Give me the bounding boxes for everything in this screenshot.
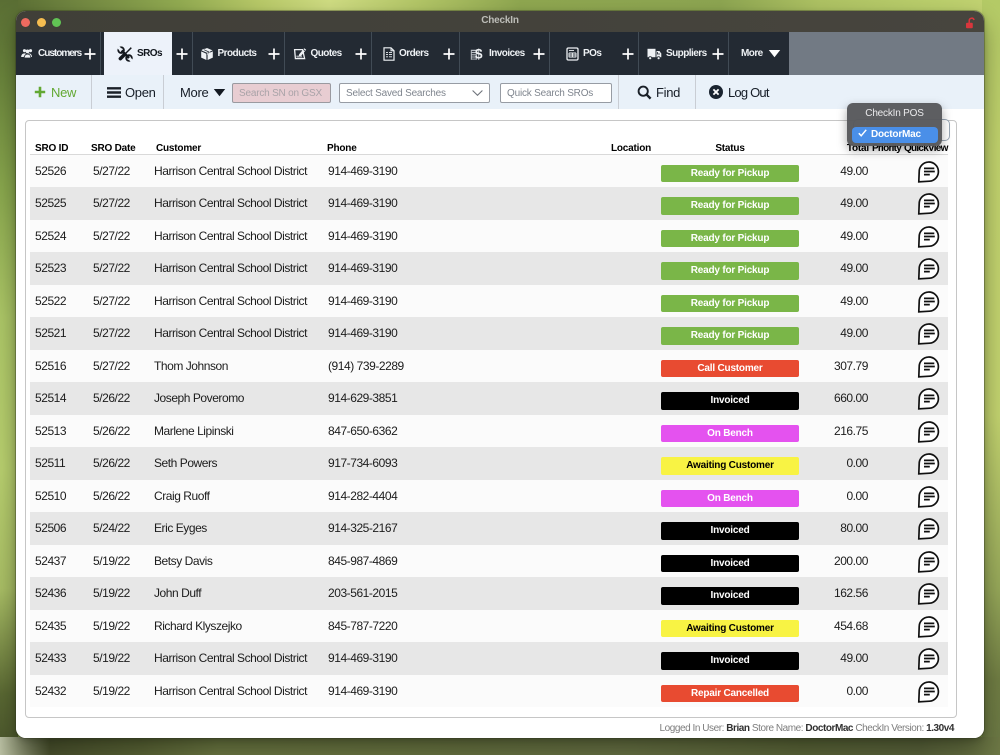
svg-text:$: $: [475, 47, 483, 61]
